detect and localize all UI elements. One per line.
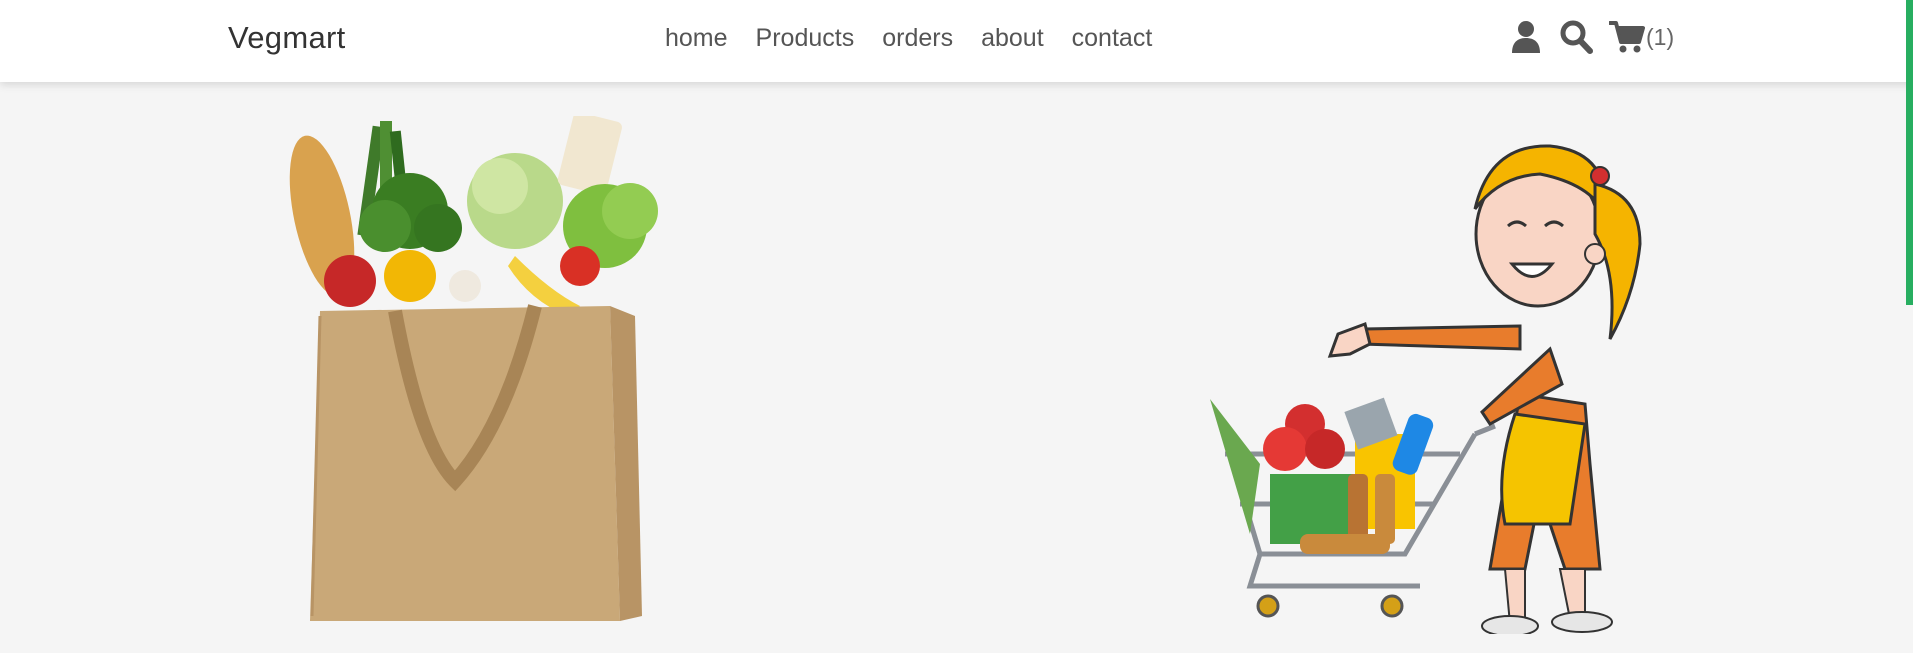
nav-link-contact[interactable]: contact	[1072, 24, 1153, 53]
cart-icon	[1609, 21, 1645, 53]
nav-link-home[interactable]: home	[665, 24, 728, 53]
nav-link-products[interactable]: Products	[756, 24, 855, 53]
cart-button[interactable]: (1)	[1609, 20, 1674, 54]
nav-link-orders[interactable]: orders	[882, 24, 953, 53]
search-icon[interactable]	[1560, 20, 1593, 54]
scrollbar-accent[interactable]	[1906, 0, 1913, 305]
navbar: Vegmart home Products orders about conta…	[0, 0, 1913, 82]
shopper-illustration	[1210, 144, 1642, 634]
nav-link-about[interactable]: about	[981, 24, 1044, 53]
user-icon[interactable]	[1512, 20, 1540, 54]
cart-count: (1)	[1646, 23, 1675, 50]
grocery-bag-image	[289, 116, 658, 621]
brand-logo[interactable]: Vegmart	[228, 20, 346, 56]
header-icons: (1)	[1512, 20, 1674, 54]
main-nav: home Products orders about contact	[665, 24, 1152, 53]
hero-section	[0, 82, 1913, 653]
